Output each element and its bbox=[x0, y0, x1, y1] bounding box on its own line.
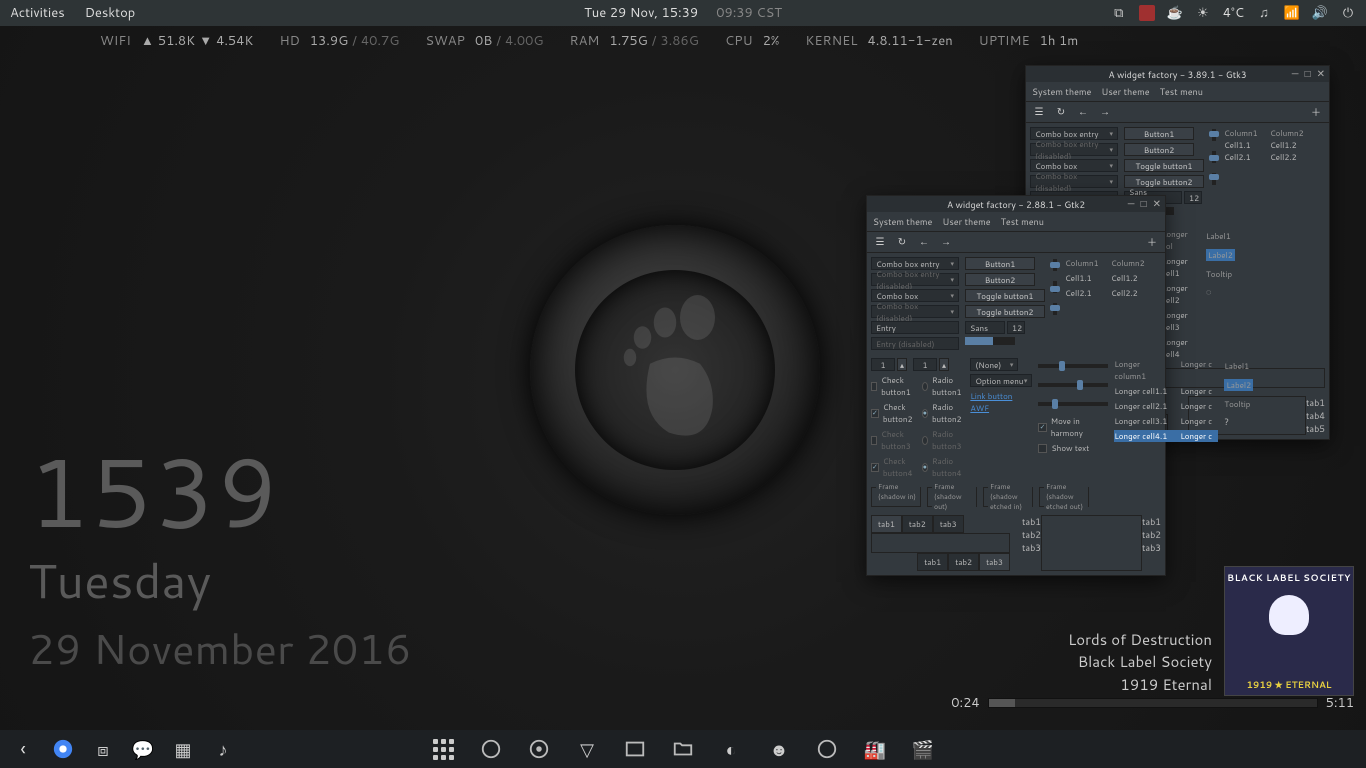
elapsed-time: 0:24 bbox=[951, 694, 979, 712]
progress-bar[interactable] bbox=[988, 698, 1318, 708]
notification-icon[interactable] bbox=[1139, 5, 1155, 21]
discord-icon[interactable]: ☻ bbox=[766, 736, 792, 762]
toggle-icon[interactable]: ◐ bbox=[718, 736, 744, 762]
caffeine-icon[interactable]: ☕ bbox=[1167, 5, 1183, 21]
add-icon[interactable]: ＋ bbox=[1145, 235, 1159, 249]
awf-gtk2-window[interactable]: A widget factory - 2.88.1 - Gtk2 —□✕ Sys… bbox=[866, 195, 1166, 576]
apps-grid-icon[interactable] bbox=[430, 736, 456, 762]
conky-stats: WIFI ▲51.8K ▼4.54K HD 13.9G/40.7G SWAP 0… bbox=[100, 32, 1326, 50]
open-icon[interactable]: ☰ bbox=[873, 235, 887, 249]
spinner-icon: ◌ bbox=[1206, 285, 1235, 298]
forward-icon[interactable]: → bbox=[1098, 105, 1112, 119]
track-artist: Black Label Society bbox=[1068, 651, 1212, 674]
wifi-stat: WIFI ▲51.8K ▼4.54K bbox=[100, 32, 253, 50]
back-icon[interactable]: ← bbox=[917, 235, 931, 249]
open-icon[interactable]: ☰ bbox=[1032, 105, 1046, 119]
titlebar: A widget factory - 2.88.1 - Gtk2 —□✕ bbox=[867, 196, 1165, 212]
uptime-stat: UPTIME 1h 1m bbox=[979, 32, 1079, 50]
minimize-icon[interactable]: — bbox=[1128, 197, 1135, 211]
track-title: Lords of Destruction bbox=[1068, 629, 1212, 652]
temperature[interactable]: 4°C bbox=[1223, 4, 1244, 22]
menubar: System theme User theme Test menu bbox=[1026, 82, 1329, 102]
titlebar: A widget factory - 3.89.1 - Gtk3 —□✕ bbox=[1026, 66, 1329, 82]
minimize-icon[interactable]: — bbox=[1292, 67, 1299, 81]
terminal-icon[interactable] bbox=[622, 736, 648, 762]
cpu-stat: CPU 2% bbox=[725, 32, 779, 50]
network-icon[interactable]: 📶 bbox=[1284, 5, 1300, 21]
maximize-icon[interactable]: □ bbox=[1141, 197, 1147, 211]
music-icon[interactable]: ♫ bbox=[1256, 5, 1272, 21]
gnome-emblem bbox=[530, 225, 820, 515]
ram-stat: RAM 1.75G/3.86G bbox=[569, 32, 698, 50]
gnome-topbar: Activities Desktop Tue 29 Nov, 15:39 09:… bbox=[0, 0, 1366, 26]
link-button[interactable]: Link button AWF bbox=[970, 390, 1032, 414]
forward-icon[interactable]: → bbox=[939, 235, 953, 249]
desktop-menu[interactable]: Desktop bbox=[85, 4, 136, 22]
combo-entry-disabled: Combo box entry (disabled)▾ bbox=[1030, 143, 1118, 156]
firefox-icon[interactable] bbox=[814, 736, 840, 762]
back-icon[interactable]: ‹ bbox=[10, 736, 36, 762]
maximize-icon[interactable]: □ bbox=[1305, 67, 1311, 81]
brave-icon[interactable]: ▽ bbox=[574, 736, 600, 762]
chrome-app-icon[interactable] bbox=[478, 736, 504, 762]
weather-icon[interactable]: ☀ bbox=[1195, 5, 1211, 21]
activities-button[interactable]: Activities bbox=[10, 4, 65, 22]
kernel-stat: KERNEL 4.8.11-1-zen bbox=[805, 32, 952, 50]
hd-stat: HD 13.9G/40.7G bbox=[279, 32, 399, 50]
refresh-icon[interactable]: ↻ bbox=[895, 235, 909, 249]
chrome-icon[interactable] bbox=[50, 736, 76, 762]
swap-stat: SWAP 0B/4.00G bbox=[425, 32, 543, 50]
clock[interactable]: Tue 29 Nov, 15:39 bbox=[584, 4, 698, 22]
music-player-icon[interactable]: ♪ bbox=[210, 736, 236, 762]
chromium-icon[interactable] bbox=[526, 736, 552, 762]
volume-icon[interactable]: 🔊 bbox=[1312, 5, 1328, 21]
vertical-sliders[interactable] bbox=[1210, 127, 1218, 187]
combo-disabled: Combo box (disabled)▾ bbox=[1030, 175, 1118, 188]
big-date: 29 November 2016 bbox=[28, 618, 412, 678]
dock: ‹ ⧈ 💬 ▦ ♪ ▽ ◐ ☻ 🏭 🎬 bbox=[0, 730, 1366, 768]
track-album: 1919 Eternal bbox=[1068, 674, 1212, 697]
app-icon[interactable]: ▦ bbox=[170, 736, 196, 762]
button1[interactable]: Button1 bbox=[1124, 127, 1194, 140]
video-icon[interactable]: 🎬 bbox=[910, 736, 936, 762]
big-time: 1539 bbox=[28, 442, 412, 538]
desktop-clock-widget: 1539 Tuesday 29 November 2016 bbox=[28, 442, 412, 678]
files-icon[interactable] bbox=[670, 736, 696, 762]
factory-icon[interactable]: 🏭 bbox=[862, 736, 888, 762]
spinbutton[interactable]: 1▴ bbox=[871, 358, 907, 371]
playback-progress: 0:24 5:11 bbox=[951, 694, 1354, 712]
workspace-icon[interactable]: ⧉ bbox=[1111, 5, 1127, 21]
button2[interactable]: Button2 bbox=[1124, 143, 1194, 156]
refresh-icon[interactable]: ↻ bbox=[1054, 105, 1068, 119]
messenger-icon[interactable]: 💬 bbox=[130, 736, 156, 762]
now-playing-widget: Lords of Destruction Black Label Society… bbox=[1068, 566, 1354, 696]
power-icon[interactable]: ⏻ bbox=[1340, 5, 1356, 21]
table: Column1Column2 Cell1.1Cell1.2 Cell2.1Cel… bbox=[1224, 127, 1308, 163]
album-art: BLACK LABEL SOCIETY 1919 ★ ETERNAL bbox=[1224, 566, 1354, 696]
toolbar: ☰ ↻ ← → ＋ bbox=[1026, 102, 1329, 123]
close-icon[interactable]: ✕ bbox=[1317, 67, 1325, 81]
dropbox-icon[interactable]: ⧈ bbox=[90, 736, 116, 762]
close-icon[interactable]: ✕ bbox=[1153, 197, 1161, 211]
toggle1[interactable]: Toggle button1 bbox=[1124, 159, 1204, 172]
back-icon[interactable]: ← bbox=[1076, 105, 1090, 119]
add-icon[interactable]: ＋ bbox=[1309, 105, 1323, 119]
total-time: 5:11 bbox=[1326, 694, 1354, 712]
alt-clock: 09:39 CST bbox=[716, 4, 782, 22]
help-icon: ? bbox=[1224, 415, 1253, 428]
